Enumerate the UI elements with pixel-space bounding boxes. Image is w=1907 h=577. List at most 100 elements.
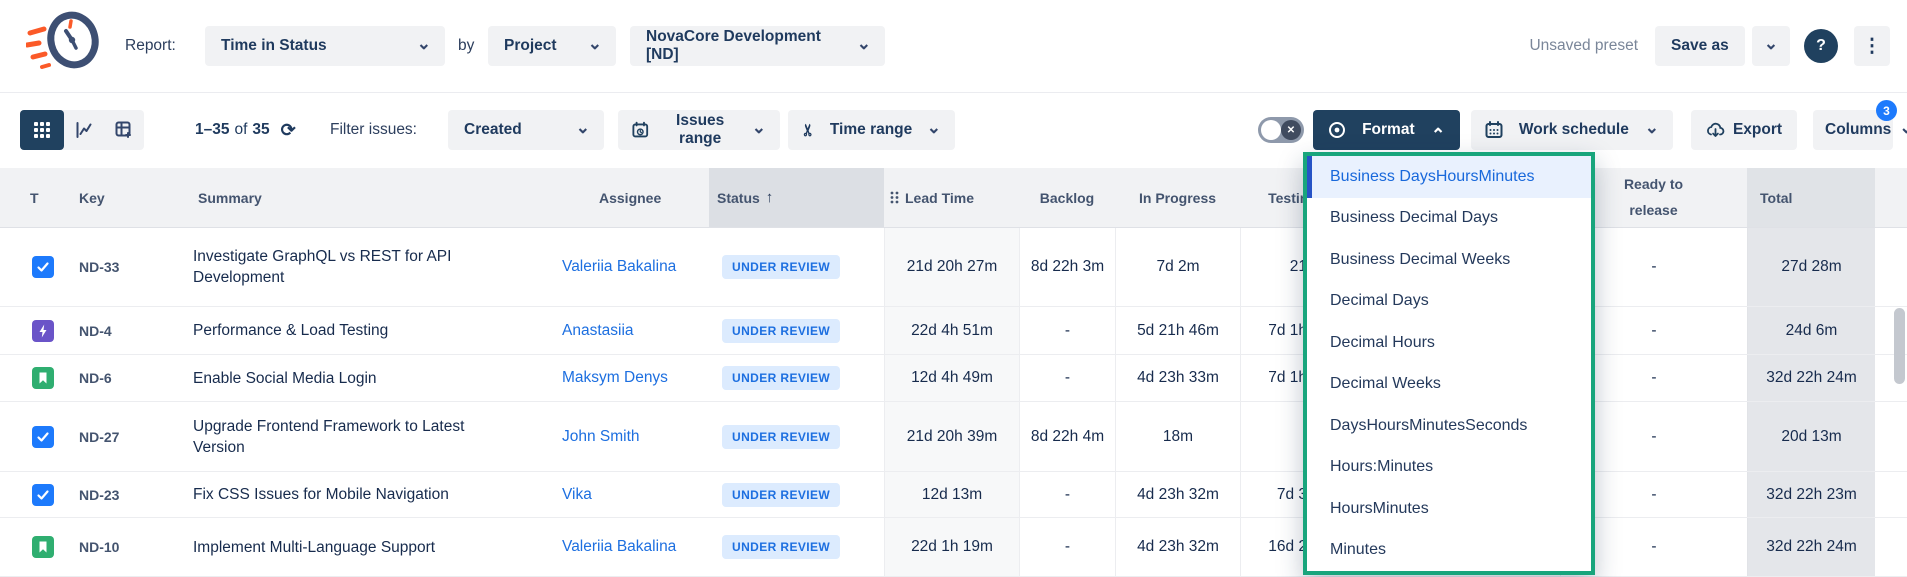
- comparison-toggle[interactable]: ✕: [1258, 117, 1304, 143]
- toggle-knob: [1261, 120, 1281, 140]
- group-by-value: Project: [504, 37, 557, 55]
- issue-key[interactable]: ND-10: [79, 539, 119, 555]
- lead-time-value: 12d 4h 49m: [884, 355, 1019, 401]
- status-badge: UNDER REVIEW: [722, 425, 840, 449]
- more-options-button[interactable]: ⋮: [1854, 26, 1890, 66]
- by-label: by: [458, 26, 474, 66]
- format-button[interactable]: Format ⌄: [1313, 110, 1460, 150]
- in-progress-value: 5d 21h 46m: [1115, 307, 1240, 354]
- column-header-total[interactable]: Total: [1747, 168, 1875, 227]
- format-menu: Business DaysHoursMinutes Business Decim…: [1303, 152, 1595, 575]
- export-label: Export: [1733, 121, 1782, 139]
- chevron-down-icon: ⌄: [576, 123, 590, 133]
- format-label: Format: [1362, 121, 1415, 139]
- column-header-summary[interactable]: Summary: [180, 168, 545, 227]
- table-view-button[interactable]: [20, 110, 64, 150]
- pivot-view-button[interactable]: [104, 110, 144, 150]
- backlog-value: -: [1019, 307, 1115, 354]
- filter-field-select[interactable]: Created ⌄: [448, 110, 604, 150]
- vertical-scrollbar-thumb[interactable]: [1894, 308, 1905, 384]
- in-progress-value: 7d 2m: [1115, 228, 1240, 306]
- issue-summary[interactable]: Fix CSS Issues for Mobile Navigation: [193, 484, 449, 505]
- backlog-value: -: [1019, 518, 1115, 576]
- format-menu-item[interactable]: Hours:Minutes: [1307, 447, 1591, 489]
- assignee-link[interactable]: Maksym Denys: [562, 369, 668, 387]
- column-header-assignee[interactable]: Assignee: [545, 168, 709, 227]
- issues-range-button[interactable]: Issues range ⌄: [618, 110, 780, 150]
- table-row: ND-27 Upgrade Frontend Framework to Late…: [0, 402, 1907, 472]
- save-as-dropdown-button[interactable]: ⌄: [1752, 26, 1790, 66]
- format-menu-item[interactable]: Decimal Weeks: [1307, 364, 1591, 406]
- issue-summary[interactable]: Implement Multi-Language Support: [193, 537, 435, 558]
- chevron-down-icon: ⌄: [927, 123, 941, 133]
- format-menu-item[interactable]: Decimal Days: [1307, 281, 1591, 323]
- issue-summary[interactable]: Enable Social Media Login: [193, 368, 377, 389]
- issue-key[interactable]: ND-6: [79, 370, 112, 386]
- table-row: ND-4 Performance & Load Testing Anastasi…: [0, 307, 1907, 355]
- help-button[interactable]: ?: [1804, 29, 1838, 63]
- backlog-value: 8d 22h 4m: [1019, 402, 1115, 471]
- export-button[interactable]: Export: [1691, 110, 1797, 150]
- drag-handle-icon[interactable]: [890, 191, 899, 204]
- status-badge: UNDER REVIEW: [722, 366, 840, 390]
- lead-time-value: 22d 4h 51m: [884, 307, 1019, 354]
- table-row: ND-33 Investigate GraphQL vs REST for AP…: [0, 228, 1907, 307]
- format-menu-item[interactable]: DaysHoursMinutesSeconds: [1307, 405, 1591, 447]
- format-menu-item[interactable]: Business DaysHoursMinutes: [1307, 156, 1591, 198]
- assignee-link[interactable]: Valeriia Bakalina: [562, 538, 676, 556]
- issue-summary[interactable]: Upgrade Frontend Framework to Latest Ver…: [193, 416, 498, 458]
- issue-summary[interactable]: Investigate GraphQL vs REST for API Deve…: [193, 246, 498, 288]
- issue-type-story-icon[interactable]: [32, 536, 54, 558]
- project-select[interactable]: NovaCore Development [ND] ⌄: [630, 26, 885, 66]
- assignee-link[interactable]: Anastasiia: [562, 322, 634, 340]
- pagination: 1–35 of 35 ⟳: [195, 110, 296, 150]
- chevron-down-icon: ⌄: [752, 123, 766, 133]
- format-menu-item[interactable]: Decimal Hours: [1307, 322, 1591, 364]
- toggle-off-icon: ✕: [1281, 120, 1301, 140]
- issue-type-bolt-icon[interactable]: [32, 320, 54, 342]
- group-by-select[interactable]: Project ⌄: [488, 26, 616, 66]
- issue-type-task-icon[interactable]: [32, 426, 54, 448]
- lead-time-value: 22d 1h 19m: [884, 518, 1019, 576]
- save-as-button[interactable]: Save as: [1655, 26, 1745, 66]
- assignee-link[interactable]: Vika: [562, 486, 592, 504]
- report-type-select[interactable]: Time in Status ⌄: [205, 26, 445, 66]
- chevron-down-icon: ⌄: [1899, 123, 1907, 133]
- issue-key[interactable]: ND-27: [79, 429, 119, 445]
- column-header-key[interactable]: Key: [79, 168, 180, 227]
- format-menu-item[interactable]: Minutes: [1307, 530, 1591, 572]
- assignee-link[interactable]: Valeriia Bakalina: [562, 258, 676, 276]
- column-header-backlog[interactable]: Backlog: [1019, 168, 1115, 227]
- issue-type-task-icon[interactable]: [32, 256, 54, 278]
- issue-type-story-icon[interactable]: [32, 367, 54, 389]
- columns-label: Columns: [1825, 121, 1891, 139]
- column-header-type[interactable]: T: [0, 168, 79, 227]
- column-header-in-progress[interactable]: In Progress: [1115, 168, 1240, 227]
- backlog-value: 8d 22h 3m: [1019, 228, 1115, 306]
- total-value: 32d 22h 24m: [1747, 518, 1875, 576]
- status-badge: UNDER REVIEW: [722, 255, 840, 279]
- work-schedule-button[interactable]: Work schedule ⌄: [1471, 110, 1673, 150]
- issue-key[interactable]: ND-33: [79, 259, 119, 275]
- format-menu-item[interactable]: HoursMinutes: [1307, 488, 1591, 530]
- issue-key[interactable]: ND-23: [79, 487, 119, 503]
- issue-key[interactable]: ND-4: [79, 323, 112, 339]
- column-header-status[interactable]: Status ↑: [709, 168, 884, 227]
- format-menu-item[interactable]: Business Decimal Weeks: [1307, 239, 1591, 281]
- scissors-icon: ✂: [799, 123, 819, 136]
- chevron-down-icon: ⌄: [1645, 123, 1659, 133]
- assignee-link[interactable]: John Smith: [562, 428, 640, 446]
- pagination-range: 1–35: [195, 121, 229, 139]
- format-menu-item[interactable]: Business Decimal Days: [1307, 198, 1591, 240]
- issues-range-label: Issues range: [657, 112, 744, 148]
- refresh-icon[interactable]: ⟳: [281, 120, 296, 141]
- pivot-table-icon: [115, 121, 133, 139]
- view-switcher: [20, 110, 144, 150]
- backlog-value: -: [1019, 355, 1115, 401]
- chart-view-button[interactable]: [64, 110, 104, 150]
- total-value: 20d 13m: [1747, 402, 1875, 471]
- time-range-button[interactable]: ✂ Time range ⌄: [788, 110, 955, 150]
- column-header-lead-time[interactable]: Lead Time: [884, 168, 1019, 227]
- issue-summary[interactable]: Performance & Load Testing: [193, 320, 388, 341]
- issue-type-task-icon[interactable]: [32, 484, 54, 506]
